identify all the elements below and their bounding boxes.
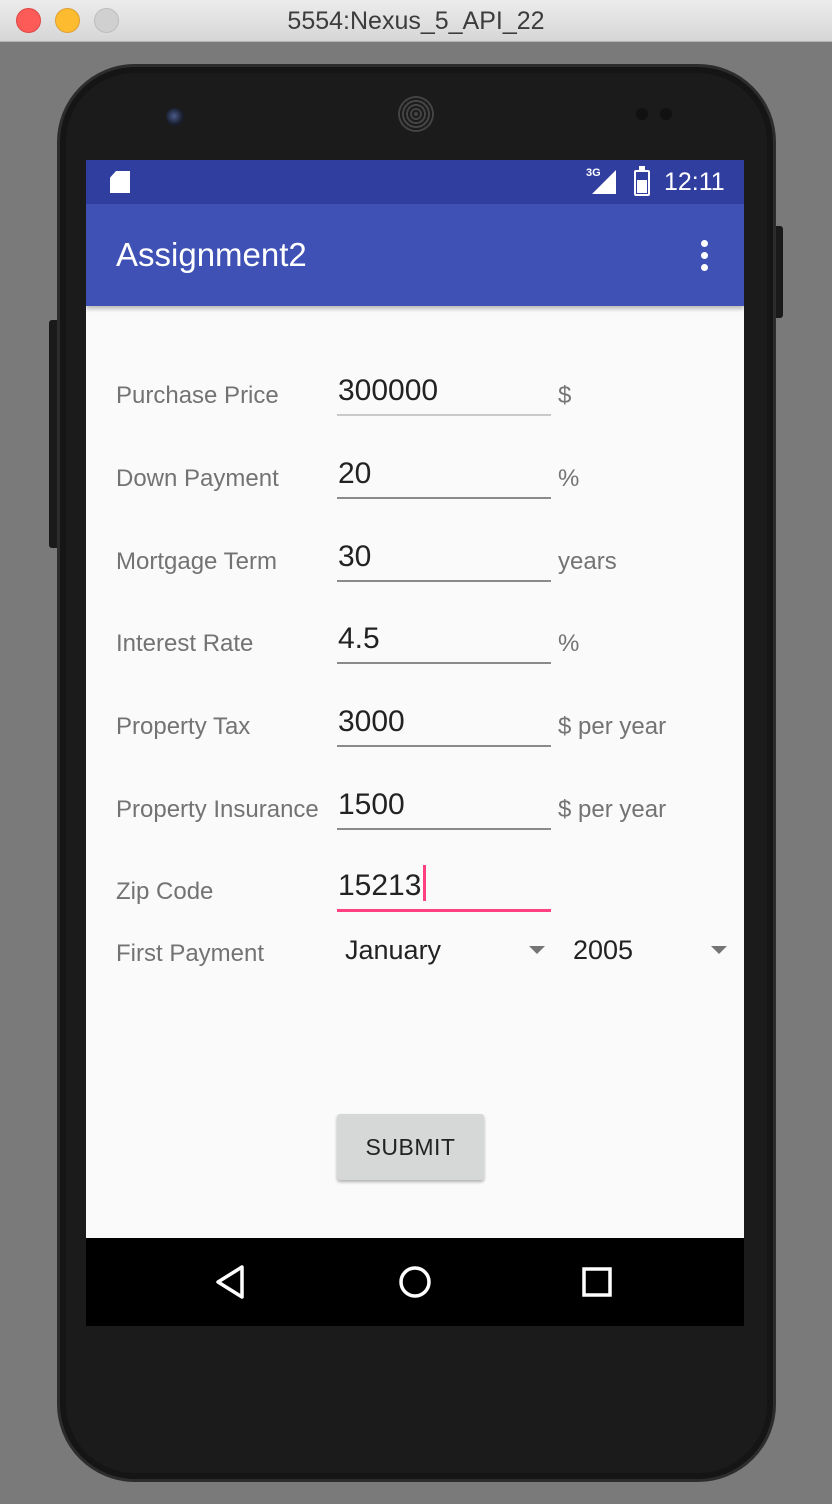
year-spinner-value: 2005 xyxy=(573,935,634,965)
property-insurance-unit: $ per year xyxy=(558,796,667,823)
home-icon[interactable] xyxy=(395,1262,435,1302)
interest-rate-input[interactable]: 4.5 xyxy=(337,614,551,664)
status-clock: 12:11 xyxy=(664,168,725,196)
property-insurance-input[interactable]: 1500 xyxy=(337,780,551,830)
interest-rate-row: Interest Rate 4.5 % xyxy=(86,604,744,664)
year-dropdown-arrow-icon xyxy=(711,946,727,954)
purchase-price-row: Purchase Price 300000 $ xyxy=(86,356,744,416)
app-title: Assignment2 xyxy=(116,236,307,273)
property-tax-input[interactable]: 3000 xyxy=(337,697,551,747)
mortgage-term-row: Mortgage Term 30 years xyxy=(86,522,744,582)
first-payment-label: First Payment xyxy=(116,940,265,967)
zip-code-row: Zip Code 15213 xyxy=(86,852,744,912)
down-payment-value: 20 xyxy=(338,457,372,490)
mortgage-term-input[interactable]: 30 xyxy=(337,532,551,582)
proximity-sensor xyxy=(636,108,648,120)
light-sensor xyxy=(660,108,672,120)
sd-card-icon xyxy=(110,171,130,193)
mortgage-term-label: Mortgage Term xyxy=(116,548,277,575)
overflow-menu-icon[interactable] xyxy=(692,238,716,274)
power-button xyxy=(775,226,783,318)
zip-code-value: 15213 xyxy=(338,869,422,902)
zip-code-input[interactable]: 15213 xyxy=(337,862,551,912)
property-tax-label: Property Tax xyxy=(116,713,251,740)
property-insurance-label: Property Insurance xyxy=(116,796,319,823)
mortgage-term-unit: years xyxy=(558,548,617,575)
zip-code-text: 15213 xyxy=(338,865,427,903)
property-tax-value: 3000 xyxy=(338,705,405,738)
zip-code-label: Zip Code xyxy=(116,878,214,905)
interest-rate-unit: % xyxy=(558,630,580,657)
property-insurance-value: 1500 xyxy=(338,788,405,821)
mortgage-term-value: 30 xyxy=(338,540,372,573)
purchase-price-unit: $ xyxy=(558,382,572,409)
interest-rate-value: 4.5 xyxy=(338,622,380,655)
signal-strength-icon xyxy=(592,170,616,194)
year-spinner[interactable]: 2005 xyxy=(565,924,727,974)
window-title: 5554:Nexus_5_API_22 xyxy=(287,7,545,35)
app-bar: Assignment2 xyxy=(86,204,744,306)
month-spinner[interactable]: January xyxy=(337,924,545,974)
property-tax-unit: $ per year xyxy=(558,713,667,740)
navigation-bar xyxy=(86,1238,744,1326)
purchase-price-label: Purchase Price xyxy=(116,382,279,409)
battery-charging-icon xyxy=(634,166,650,196)
recent-apps-icon[interactable] xyxy=(577,1262,617,1302)
month-dropdown-arrow-icon xyxy=(529,946,545,954)
window-titlebar: 5554:Nexus_5_API_22 xyxy=(0,0,832,42)
front-camera-icon xyxy=(166,108,184,126)
status-bar: 3G 12:11 xyxy=(86,160,744,204)
property-insurance-row: Property Insurance 1500 $ per year xyxy=(86,770,744,830)
down-payment-row: Down Payment 20 % xyxy=(86,439,744,499)
down-payment-label: Down Payment xyxy=(116,465,279,492)
purchase-price-input[interactable]: 300000 xyxy=(337,366,551,416)
submit-button[interactable]: SUBMIT xyxy=(337,1114,484,1180)
device-screen: 3G 12:11 Assignment2 Purchase Price 3000… xyxy=(86,160,744,1326)
purchase-price-value: 300000 xyxy=(338,374,439,407)
first-payment-row: First Payment January 2005 xyxy=(86,914,744,974)
interest-rate-label: Interest Rate xyxy=(116,630,254,657)
down-payment-input[interactable]: 20 xyxy=(337,449,551,499)
text-cursor xyxy=(423,865,427,901)
property-tax-row: Property Tax 3000 $ per year xyxy=(86,687,744,747)
earpiece-speaker xyxy=(398,96,434,132)
back-icon[interactable] xyxy=(212,1262,252,1302)
down-payment-unit: % xyxy=(558,465,580,492)
month-spinner-value: January xyxy=(345,935,442,965)
